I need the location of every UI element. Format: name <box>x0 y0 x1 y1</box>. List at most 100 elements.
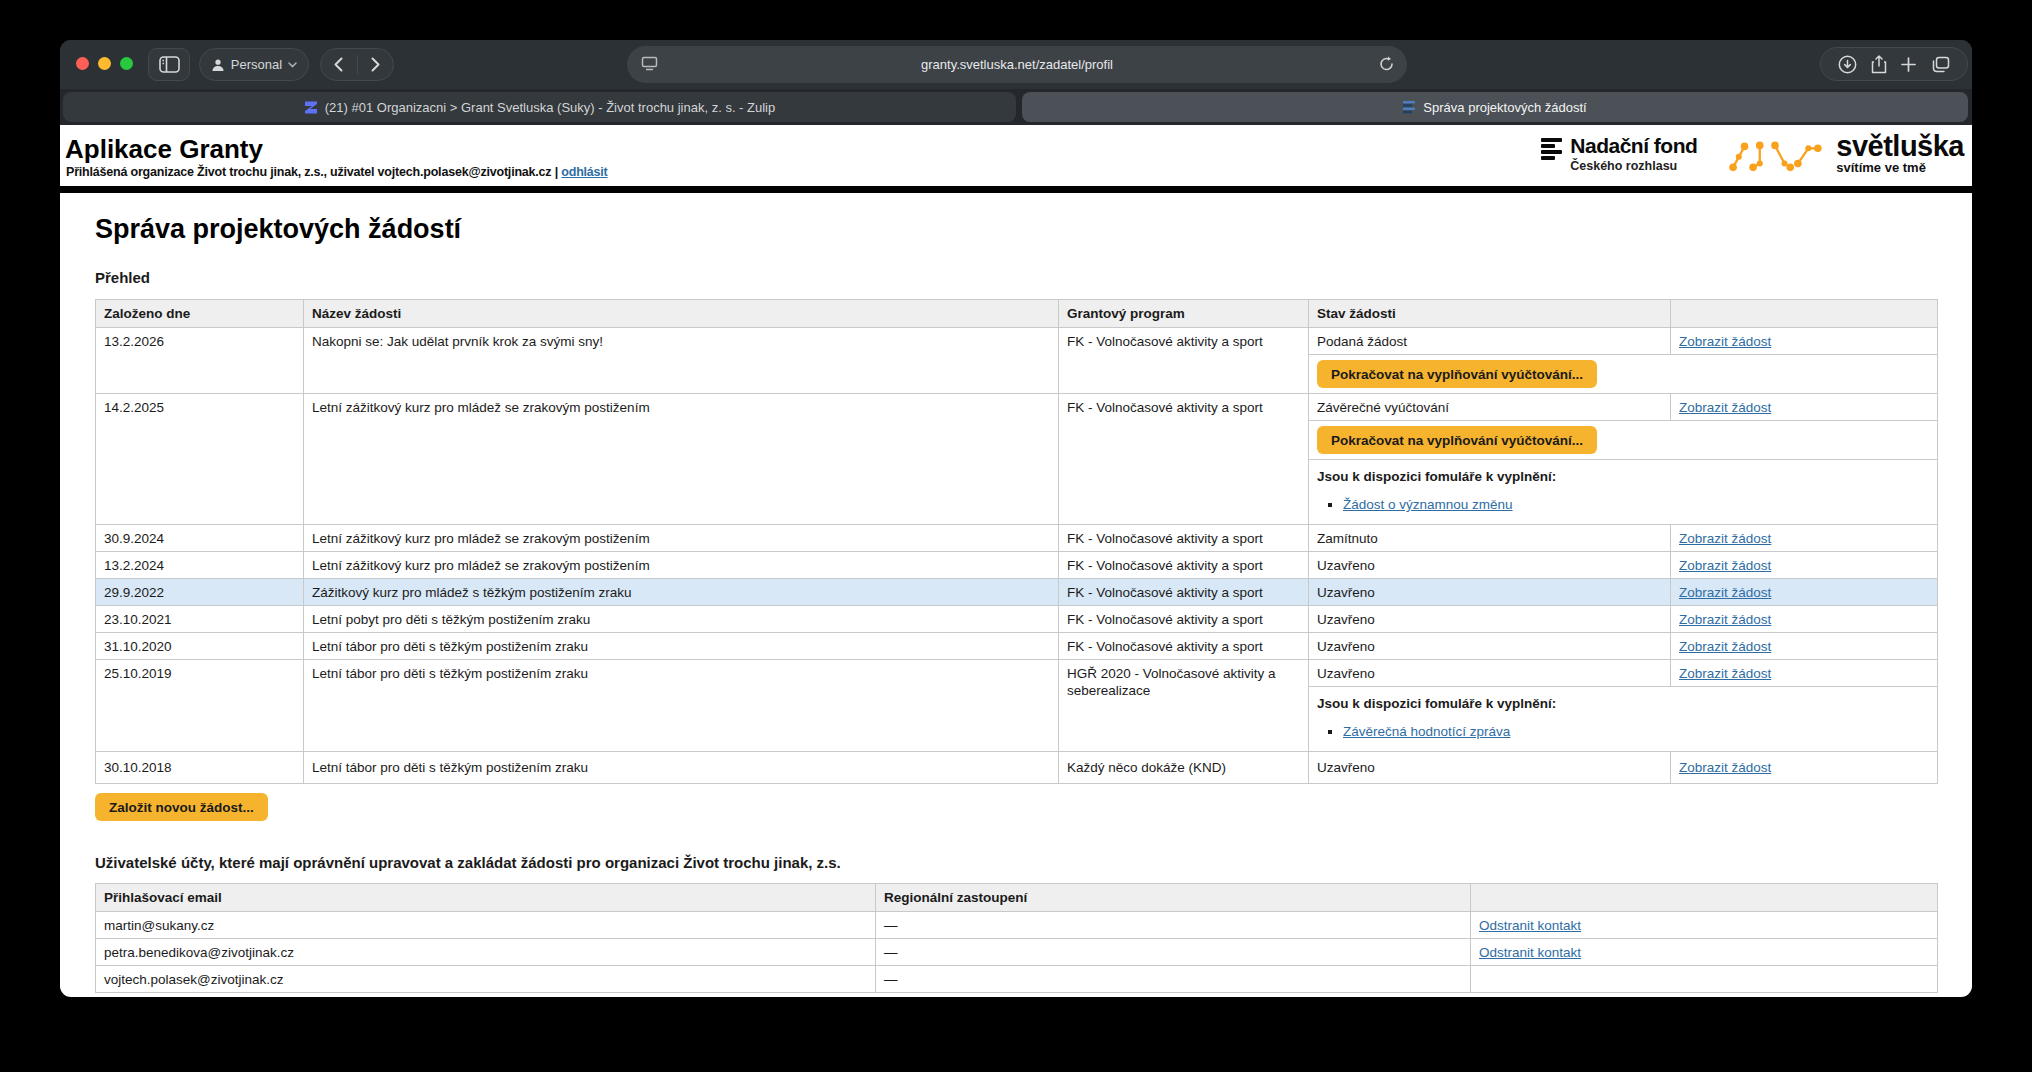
share-icon[interactable] <box>1871 55 1887 74</box>
cell-region: — <box>876 912 1471 939</box>
continue-filling-button[interactable]: Pokračovat na vyplňování vyúčtování... <box>1317 360 1597 388</box>
view-application-link[interactable]: Zobrazit žádost <box>1679 666 1771 681</box>
view-application-link[interactable]: Zobrazit žádost <box>1679 585 1771 600</box>
cell-status: Uzavřeno <box>1309 606 1671 633</box>
sidebar-toggle-button[interactable] <box>148 48 190 81</box>
minimize-window-button[interactable] <box>98 57 111 70</box>
svetluska-title: světluška <box>1836 132 1964 160</box>
view-application-link[interactable]: Zobrazit žádost <box>1679 334 1771 349</box>
cell-name: Zážitkový kurz pro mládež s těžkým posti… <box>304 579 1059 606</box>
cell-status: Uzavřeno <box>1309 579 1671 606</box>
view-application-link[interactable]: Zobrazit žádost <box>1679 531 1771 546</box>
close-window-button[interactable] <box>76 57 89 70</box>
page-title: Správa projektových žádostí <box>95 214 461 245</box>
column-header: Název žádosti <box>304 300 1059 328</box>
cell-email: vojtech.polasek@zivotjinak.cz <box>96 966 876 993</box>
cell-remove: Odstranit kontakt <box>1471 939 1938 966</box>
cell-actions: Zobrazit žádost <box>1671 525 1938 552</box>
person-icon <box>211 58 225 72</box>
profile-label: Personal <box>231 57 282 72</box>
forms-list: Žádost o významnou změnu <box>1343 496 1929 513</box>
granty-favicon <box>1403 100 1416 114</box>
tab-zulip[interactable]: (21) #01 Organizacni > Grant Svetluska (… <box>63 92 1016 122</box>
forward-button[interactable] <box>358 49 394 80</box>
tab-overview-icon[interactable] <box>1931 56 1950 73</box>
cell-date: 30.10.2018 <box>96 752 304 784</box>
nadacni-fond-logo: Nadační fond Českého rozhlasu <box>1541 134 1697 173</box>
cell-name: Letní tábor pro děti s těžkým postižením… <box>304 633 1059 660</box>
cell-program: HGŘ 2020 - Volnočasové aktivity a sebere… <box>1059 660 1309 752</box>
remove-contact-link[interactable]: Odstranit kontakt <box>1479 945 1581 960</box>
cell-actions: Zobrazit žádost <box>1671 752 1938 784</box>
download-icon[interactable] <box>1838 55 1857 74</box>
column-header: Regionální zastoupení <box>876 884 1471 912</box>
application-row: 14.2.2025Letní zážitkový kurz pro mládež… <box>96 394 1938 421</box>
view-application-link[interactable]: Zobrazit žádost <box>1679 400 1771 415</box>
zulip-favicon <box>304 100 318 115</box>
application-row: 13.2.2026Nakopni se: Jak udělat prvník k… <box>96 328 1938 355</box>
cell-name: Letní zážitkový kurz pro mládež se zrako… <box>304 394 1059 525</box>
cell-date: 23.10.2021 <box>96 606 304 633</box>
cell-date: 29.9.2022 <box>96 579 304 606</box>
cell-region: — <box>876 966 1471 993</box>
cell-name: Letní pobyt pro děti s těžkým postižením… <box>304 606 1059 633</box>
applications-table-wrap: Založeno dneNázev žádostiGrantový progra… <box>95 299 1938 784</box>
column-header: Přihlašovací email <box>96 884 876 912</box>
application-row: 23.10.2021Letní pobyt pro děti s těžkým … <box>96 606 1938 633</box>
cell-program: FK - Volnočasové aktivity a sport <box>1059 394 1309 525</box>
toolbar-actions <box>1820 47 1968 81</box>
column-header: Stav žádosti <box>1309 300 1671 328</box>
cell-region: — <box>876 939 1471 966</box>
forms-list-item: Žádost o významnou změnu <box>1343 496 1929 513</box>
address-bar[interactable]: granty.svetluska.net/zadatel/profil <box>627 46 1407 83</box>
traffic-lights <box>76 57 133 70</box>
cell-date: 31.10.2020 <box>96 633 304 660</box>
tab-granty[interactable]: Správa projektových žádostí <box>1022 92 1968 122</box>
column-header: Grantový program <box>1059 300 1309 328</box>
svetluska-subtitle: svítíme ve tmě <box>1836 160 1964 175</box>
website-settings-icon[interactable] <box>641 56 658 71</box>
cell-program: FK - Volnočasové aktivity a sport <box>1059 579 1309 606</box>
view-application-link[interactable]: Zobrazit žádost <box>1679 760 1771 775</box>
cell-actions: Zobrazit žádost <box>1671 579 1938 606</box>
browser-toolbar: Personal granty.svetluska.net/zadatel/pr… <box>60 40 1972 89</box>
applications-table: Založeno dneNázev žádostiGrantový progra… <box>95 299 1938 784</box>
form-link[interactable]: Žádost o významnou změnu <box>1343 497 1513 512</box>
overview-heading: Přehled <box>95 269 150 286</box>
cell-program: Každý něco dokáže (KND) <box>1059 752 1309 784</box>
cell-continue-button: Pokračovat na vyplňování vyúčtování... <box>1309 421 1938 460</box>
forms-note: Jsou k dispozici fomuláře k vyplnění: <box>1317 695 1929 712</box>
tab-title: (21) #01 Organizacni > Grant Svetluska (… <box>325 100 775 115</box>
new-tab-icon[interactable] <box>1900 56 1917 73</box>
svetluska-constellation-icon <box>1723 134 1827 174</box>
logout-link[interactable]: odhlásit <box>561 165 607 179</box>
forms-list-item: Závěrečná hodnotící zpráva <box>1343 723 1929 740</box>
chevron-down-icon <box>288 62 297 68</box>
cell-remove: Odstranit kontakt <box>1471 912 1938 939</box>
cell-actions: Zobrazit žádost <box>1671 552 1938 579</box>
cell-name: Letní zážitkový kurz pro mládež se zrako… <box>304 525 1059 552</box>
cell-actions: Zobrazit žádost <box>1671 633 1938 660</box>
application-row: 13.2.2024Letní zážitkový kurz pro mládež… <box>96 552 1938 579</box>
column-header <box>1471 884 1938 912</box>
accounts-table: Přihlašovací emailRegionální zastoupení … <box>95 883 1938 993</box>
form-link[interactable]: Závěrečná hodnotící zpráva <box>1343 724 1510 739</box>
cell-date: 14.2.2025 <box>96 394 304 525</box>
back-button[interactable] <box>321 49 357 80</box>
profile-switcher[interactable]: Personal <box>199 48 309 81</box>
remove-contact-link[interactable]: Odstranit kontakt <box>1479 918 1581 933</box>
column-header: Založeno dne <box>96 300 304 328</box>
application-row: 29.9.2022Zážitkový kurz pro mládež s těž… <box>96 579 1938 606</box>
zoom-window-button[interactable] <box>120 57 133 70</box>
reload-icon[interactable] <box>1379 56 1394 72</box>
view-application-link[interactable]: Zobrazit žádost <box>1679 639 1771 654</box>
accounts-header-row: Přihlašovací emailRegionální zastoupení <box>96 884 1938 912</box>
cell-program: FK - Volnočasové aktivity a sport <box>1059 552 1309 579</box>
new-application-button[interactable]: Založit novou žádost... <box>95 793 268 821</box>
cell-status: Závěrečné vyúčtování <box>1309 394 1671 421</box>
main-content: Správa projektových žádostí Přehled Zalo… <box>60 193 1972 997</box>
cell-status: Uzavřeno <box>1309 633 1671 660</box>
view-application-link[interactable]: Zobrazit žádost <box>1679 558 1771 573</box>
view-application-link[interactable]: Zobrazit žádost <box>1679 612 1771 627</box>
continue-filling-button[interactable]: Pokračovat na vyplňování vyúčtování... <box>1317 426 1597 454</box>
